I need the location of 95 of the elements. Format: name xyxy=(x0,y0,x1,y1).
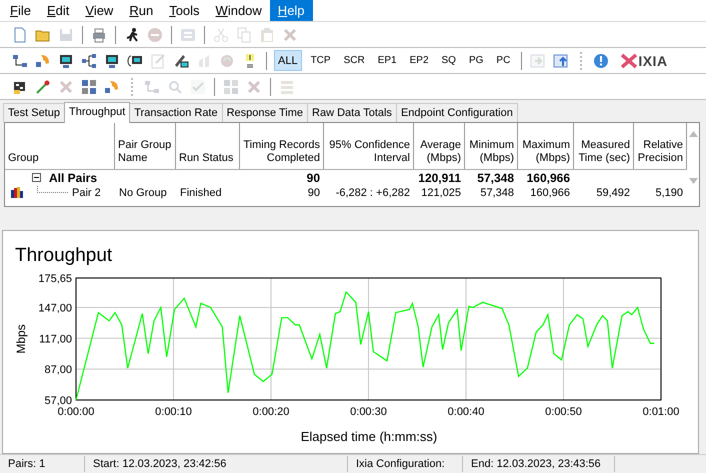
table-cell-text: 160,966 xyxy=(529,186,571,198)
axis-tick-label: 0:00:40 xyxy=(448,406,484,418)
printer-icon xyxy=(91,26,107,42)
list-icon xyxy=(279,78,295,94)
document-icon xyxy=(12,26,28,42)
table-cell-text: 160,966 xyxy=(526,170,571,184)
axis-tick-label: 0:00:00 xyxy=(58,406,94,418)
axis-tick-label: 0:00:30 xyxy=(350,406,387,418)
filter-button[interactable]: PG xyxy=(464,50,488,71)
status-text: Ixia Configuration: xyxy=(348,456,463,472)
axis-tick-label: 175,65 xyxy=(38,273,72,285)
delete-icon xyxy=(282,26,298,42)
menu-item[interactable]: Edit xyxy=(38,0,78,21)
table-cell-text: 59,492 xyxy=(595,186,631,198)
column-header[interactable]: Maximum (Mbps) xyxy=(518,123,574,169)
monitor-icon xyxy=(58,52,74,68)
logo-text: IXIA xyxy=(638,52,668,68)
table-cell-text: -6,282 : +6,282 xyxy=(334,186,411,198)
axis-tick-label: 87,00 xyxy=(44,364,72,376)
chart-title: Throughput xyxy=(15,245,112,266)
menu-item[interactable]: Window xyxy=(208,0,270,21)
axis-tick-label: 117,00 xyxy=(39,333,72,346)
branch-icon xyxy=(81,52,97,68)
wand-icon xyxy=(35,78,51,94)
table-cell-text: No Group xyxy=(118,186,168,198)
filter-button[interactable]: SQ xyxy=(438,50,460,71)
menu-item[interactable]: File xyxy=(2,0,39,21)
filter-button[interactable]: EP1 xyxy=(374,50,401,71)
group-name: All Pairs xyxy=(49,170,98,184)
filter-button[interactable]: ALL xyxy=(274,50,302,71)
tab[interactable]: Throughput xyxy=(64,102,130,123)
table-cell-text: 90 xyxy=(306,186,321,198)
column-header[interactable]: Run Status xyxy=(176,123,240,169)
note-icon xyxy=(150,52,166,68)
speaker-monitor-icon xyxy=(127,52,143,68)
table-cell-text: Finished xyxy=(179,186,223,198)
table-cell-text: 121,025 xyxy=(420,186,462,198)
delete-icon xyxy=(246,78,262,94)
monitor-icon xyxy=(104,52,120,68)
pen-icon xyxy=(173,52,189,68)
x-axis-title: Elapsed time (h:mm:ss) xyxy=(300,429,438,444)
tab[interactable]: Test Setup xyxy=(3,103,65,122)
delete-icon xyxy=(58,78,74,94)
filter-button[interactable]: SCR xyxy=(340,50,369,71)
column-header[interactable]: Minimum (Mbps) xyxy=(465,123,518,169)
status-text: End: 12.03.2023, 23:43:56 xyxy=(463,456,615,472)
y-axis-title: Mbps xyxy=(14,324,28,354)
connection-icon xyxy=(12,52,28,68)
scissors-icon xyxy=(213,26,229,42)
copy-icon xyxy=(236,26,252,42)
runner-icon xyxy=(124,26,140,42)
info-icon xyxy=(593,52,610,68)
x-logo-icon xyxy=(620,52,638,68)
tab[interactable]: Endpoint Configuration xyxy=(396,103,518,122)
axis-tick-label: 0:00:20 xyxy=(252,406,290,418)
menu-item[interactable]: Tools xyxy=(161,0,208,21)
column-header[interactable]: Group xyxy=(5,123,115,169)
connection-icon xyxy=(144,78,160,94)
check-icon xyxy=(190,78,206,94)
status-text: Start: 12.03.2023, 23:42:56 xyxy=(85,456,348,472)
filter-button[interactable]: PC xyxy=(492,50,514,71)
import-icon xyxy=(553,52,570,68)
table-cell-text: 57,348 xyxy=(476,170,515,184)
clipboard-icon xyxy=(259,26,275,42)
filter-button[interactable]: EP2 xyxy=(406,50,433,71)
column-header[interactable]: Pair Group Name xyxy=(115,123,176,169)
table-cell-text: 120,911 xyxy=(417,170,462,184)
table-cell-text: 57,348 xyxy=(479,186,515,198)
bar-chart-icon xyxy=(11,187,23,198)
export-icon xyxy=(530,52,546,68)
axis-tick-label: 0:01:00 xyxy=(642,406,680,418)
axis-tick-label: 57,00 xyxy=(44,395,72,407)
grid-icon xyxy=(81,78,97,94)
table-cell-text: 90 xyxy=(306,170,321,184)
menu-item[interactable]: View xyxy=(77,0,122,21)
stop-icon xyxy=(147,26,163,42)
status-text: Pairs: 1 xyxy=(0,456,85,472)
scroll-down-icon[interactable] xyxy=(688,178,698,184)
bars-icon xyxy=(196,52,212,68)
column-header[interactable]: Timing Records Completed xyxy=(240,123,324,169)
menu-item[interactable]: Help xyxy=(270,0,313,21)
column-header[interactable]: Average (Mbps) xyxy=(414,123,465,169)
pair-name: Pair 2 xyxy=(72,186,101,198)
search-icon xyxy=(167,78,183,94)
filter-button[interactable]: TCP xyxy=(306,50,335,71)
axis-tick-label: 0:00:10 xyxy=(155,406,192,418)
column-header[interactable]: 95% Confidence Interval xyxy=(324,123,414,169)
menu-item[interactable]: Run xyxy=(121,0,162,21)
axis-tick-label: 147,00 xyxy=(38,302,72,314)
column-header[interactable]: Measured Time (sec) xyxy=(574,123,634,169)
scroll-up-icon[interactable] xyxy=(688,131,698,137)
table-cell-text: 5,190 xyxy=(654,186,684,198)
axis-tick-label: 0:00:50 xyxy=(545,406,582,418)
grid-icon xyxy=(223,78,239,94)
collapse-icon[interactable] xyxy=(32,173,41,182)
